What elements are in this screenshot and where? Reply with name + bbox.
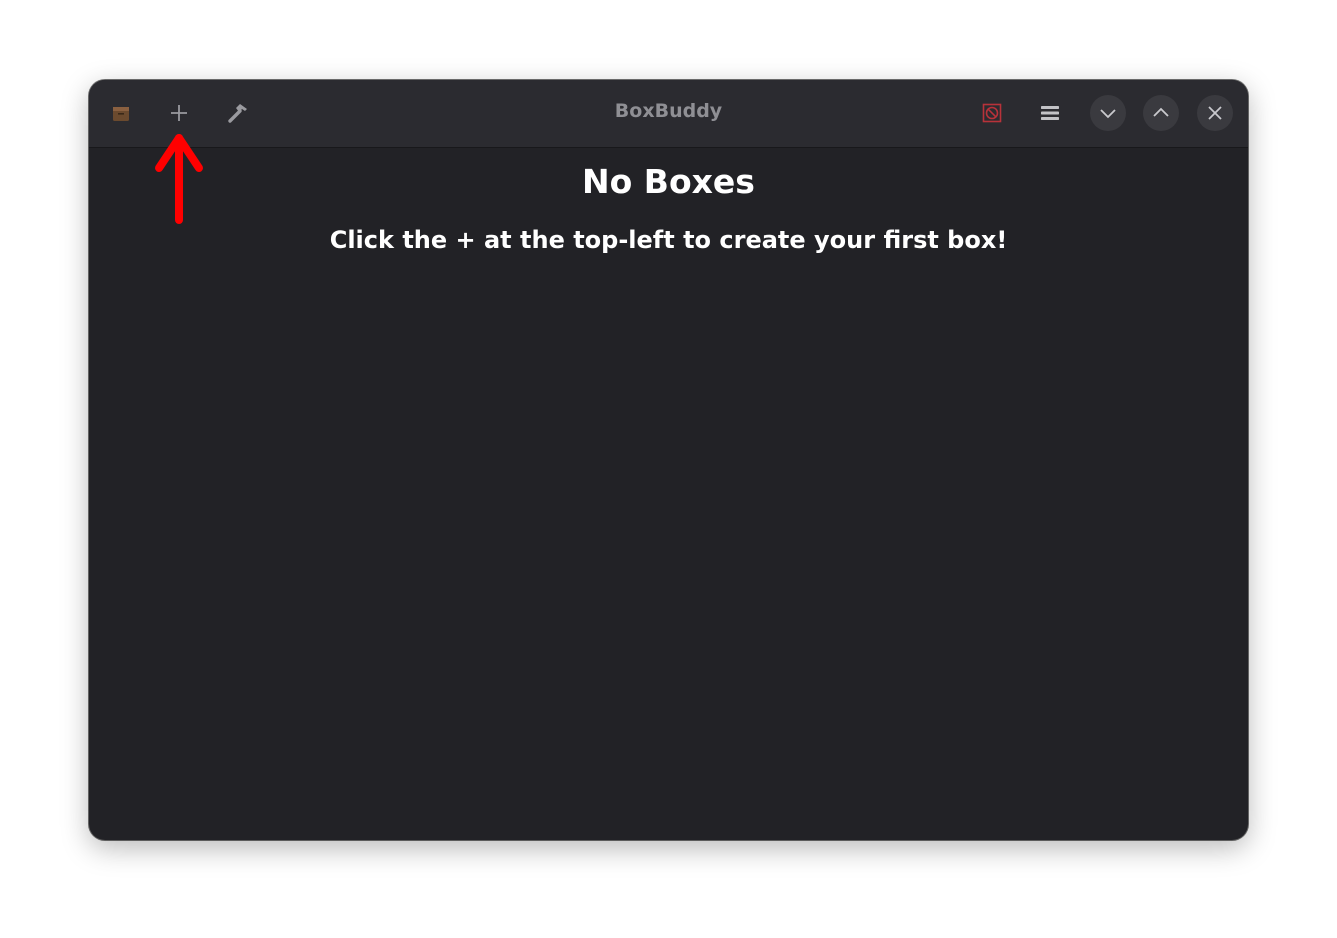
main-content: No Boxes Click the + at the top-left to …	[89, 148, 1248, 840]
minimize-button[interactable]	[1090, 95, 1126, 131]
red-arrow-up-icon	[150, 128, 208, 232]
chevron-up-icon	[1152, 104, 1170, 122]
chevron-down-icon	[1099, 104, 1117, 122]
close-icon	[1207, 105, 1223, 121]
empty-state-description: Click the + at the top-left to create yo…	[329, 226, 1008, 254]
maximize-button[interactable]	[1143, 95, 1179, 131]
window-title: BoxBuddy	[614, 100, 723, 122]
menu-button[interactable]	[1032, 95, 1068, 131]
headerbar: BoxBuddy	[89, 80, 1248, 148]
empty-state-title: No Boxes	[582, 162, 755, 201]
no-entry-button[interactable]	[974, 95, 1010, 131]
no-entry-icon	[982, 103, 1002, 123]
app-window: BoxBuddy No Boxes Click the + at the top…	[89, 80, 1248, 840]
close-button[interactable]	[1197, 95, 1233, 131]
hamburger-menu-icon	[1040, 104, 1060, 122]
